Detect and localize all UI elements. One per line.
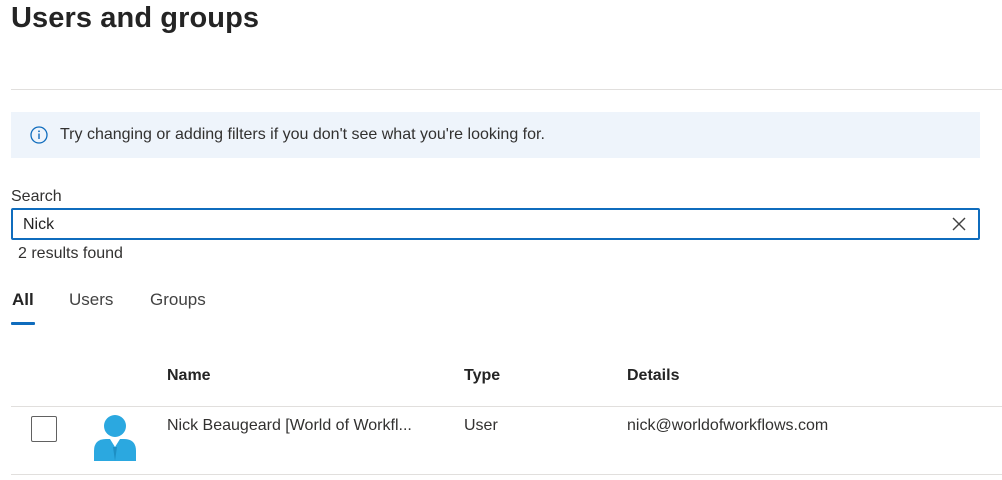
info-icon [30,126,48,144]
search-box [11,208,980,240]
active-tab-indicator [11,322,35,325]
tab-all[interactable]: All [12,290,34,310]
results-count: 2 results found [18,245,123,262]
tab-users[interactable]: Users [69,290,113,310]
column-header-type: Type [464,367,501,384]
column-header-name: Name [167,367,211,384]
close-icon[interactable] [950,215,968,233]
title-divider [11,89,1002,90]
row-checkbox[interactable] [31,416,57,442]
search-label: Search [11,188,62,205]
user-avatar-icon [93,413,137,463]
header-divider [11,406,1002,407]
users-and-groups-page: Users and groups Try changing or adding … [0,0,1002,480]
row-details: nick@worldofworkflows.com [627,417,829,434]
info-message-text: Try changing or adding filters if you do… [60,126,545,143]
row-divider [11,474,1002,475]
row-name: Nick Beaugeard [World of Workfl... [167,417,412,434]
column-header-details: Details [627,367,680,384]
page-title: Users and groups [11,2,260,34]
info-message-bar: Try changing or adding filters if you do… [11,112,980,158]
tab-groups[interactable]: Groups [150,290,206,310]
search-input[interactable] [23,214,923,236]
row-type: User [464,417,498,434]
